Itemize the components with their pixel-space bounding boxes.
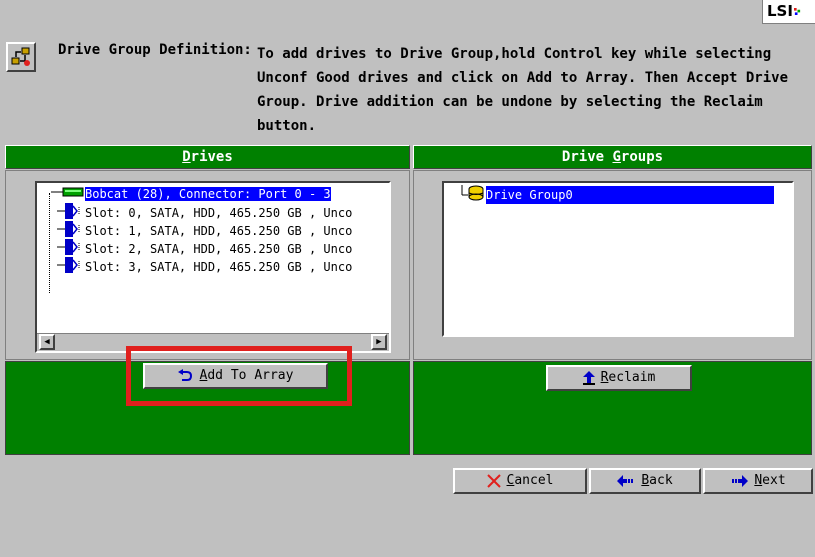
drives-panel-body: Bobcat (28), Connector: Port 0 - 3 Slot:… <box>5 170 410 360</box>
logo-text: LSI <box>767 2 793 20</box>
groups-hotkey: G <box>612 149 621 165</box>
tree-item-slot-2[interactable]: Slot: 2, SATA, HDD, 465.250 GB , Unco <box>57 239 352 257</box>
instruction-lines-rest: Unconf Good drives and click on Add to A… <box>257 70 789 134</box>
left-triangle-icon: ◀ <box>44 337 50 347</box>
logo-mark-icon <box>793 8 801 15</box>
tree-line <box>49 193 50 293</box>
slot-label: Slot: 0, SATA, HDD, 465.250 GB , Unco <box>85 206 353 220</box>
drive-groups-panel-body: Drive Group0 <box>413 170 812 360</box>
drive-groups-tree[interactable]: Drive Group0 <box>442 181 794 337</box>
physical-drive-icon <box>57 257 85 278</box>
instruction-line-1: To add drives to Drive Group,hold Contro… <box>257 46 772 62</box>
highlight-box <box>126 346 352 406</box>
tree-item-drive-group-0[interactable]: Drive Group0 <box>458 185 774 206</box>
tree-item-slot-3[interactable]: Slot: 3, SATA, HDD, 465.250 GB , Unco <box>57 257 352 275</box>
drives-panel-header: Drives <box>5 145 410 169</box>
cancel-button[interactable]: Cancel <box>453 468 587 494</box>
reclaim-button[interactable]: Reclaim <box>546 365 692 391</box>
back-button[interactable]: Back <box>589 468 701 494</box>
tree-item-slot-0[interactable]: Slot: 0, SATA, HDD, 465.250 GB , Unco <box>57 203 352 221</box>
drive-group-label[interactable]: Drive Group0 <box>486 186 774 204</box>
slot-label: Slot: 3, SATA, HDD, 465.250 GB , Unco <box>85 260 353 274</box>
tree-item-slot-1[interactable]: Slot: 1, SATA, HDD, 465.250 GB , Unco <box>57 221 352 239</box>
slot-label: Slot: 2, SATA, HDD, 465.250 GB , Unco <box>85 242 353 256</box>
drive-group-icon <box>458 185 486 206</box>
right-arrow-icon <box>730 475 749 487</box>
definition-label: Drive Group Definition: <box>58 42 252 58</box>
x-icon <box>486 474 501 488</box>
scroll-left-button[interactable]: ◀ <box>39 334 55 350</box>
tree-item-controller[interactable]: Bobcat (28), Connector: Port 0 - 3 <box>51 185 331 203</box>
left-arrow-icon <box>617 475 635 487</box>
controller-label[interactable]: Bobcat (28), Connector: Port 0 - 3 <box>85 187 331 201</box>
slot-label: Slot: 1, SATA, HDD, 465.250 GB , Unco <box>85 224 353 238</box>
drives-hotkey: D <box>182 149 191 165</box>
right-triangle-icon: ▶ <box>376 337 382 347</box>
up-arrow-icon <box>582 371 595 385</box>
scroll-right-button[interactable]: ▶ <box>371 334 387 350</box>
drives-tree[interactable]: Bobcat (28), Connector: Port 0 - 3 Slot:… <box>35 181 391 353</box>
drive-group-definition-icon <box>6 42 36 72</box>
next-button[interactable]: Next <box>703 468 813 494</box>
lsi-logo: LSI <box>762 0 815 24</box>
drive-groups-panel-header: Drive Groups <box>413 145 812 169</box>
controller-icon <box>51 185 85 204</box>
